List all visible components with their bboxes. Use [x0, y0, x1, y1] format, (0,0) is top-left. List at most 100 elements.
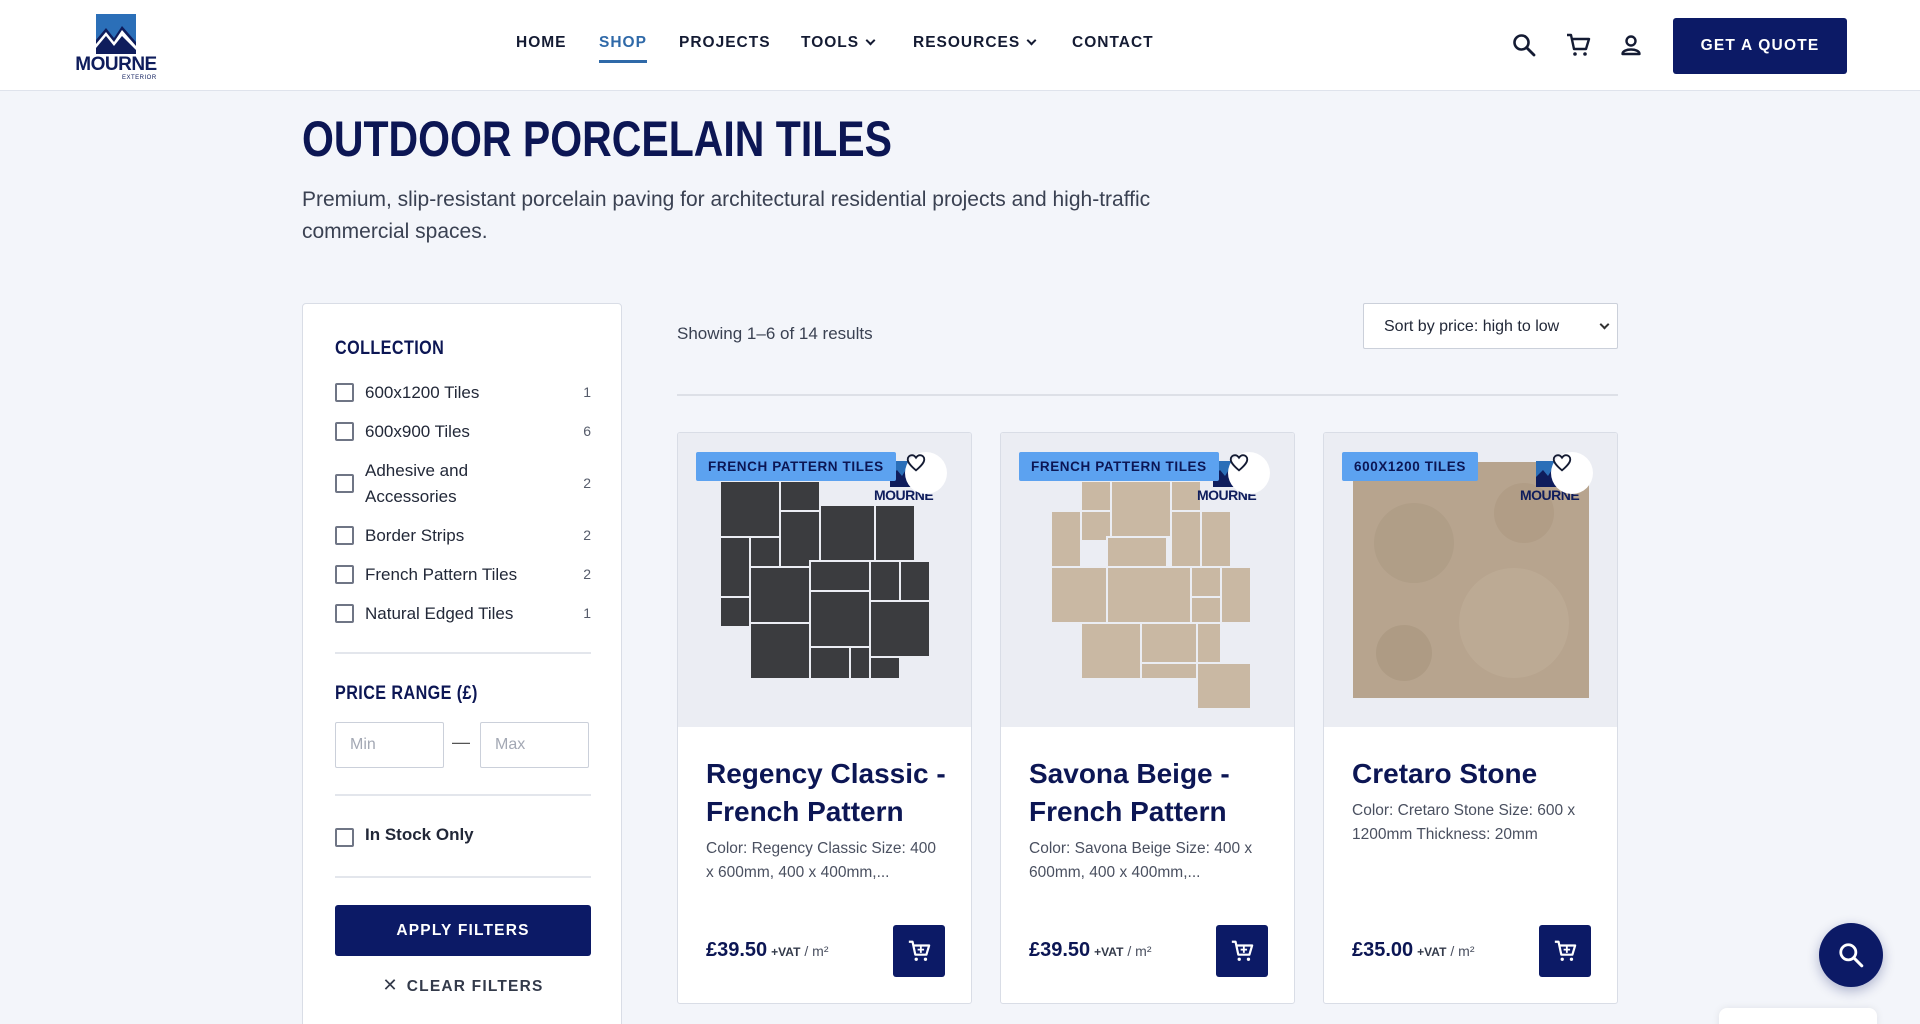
wishlist-button[interactable]: [1228, 452, 1270, 494]
product-title[interactable]: Cretaro Stone: [1352, 755, 1597, 793]
product-card[interactable]: FRENCH PATTERN TILES MOURNE Regency Clas…: [677, 432, 972, 1004]
product-price: £39.50 +VAT / m²: [1029, 939, 1152, 962]
filter-collection-natural-edged[interactable]: Natural Edged Tiles 1: [335, 601, 591, 627]
collection-heading: COLLECTION: [335, 338, 445, 359]
search-icon[interactable]: [1511, 32, 1537, 58]
wishlist-button[interactable]: [1551, 452, 1593, 494]
filter-label: Adhesive and Accessories: [365, 461, 469, 506]
filter-label: Natural Edged Tiles: [365, 604, 514, 623]
divider: [335, 794, 591, 796]
price-vat: +VAT: [771, 945, 801, 959]
product-badge: 600X1200 TILES: [1342, 452, 1478, 481]
price-range-heading: PRICE RANGE (£): [335, 683, 478, 704]
close-icon: ✕: [382, 975, 399, 995]
checkbox[interactable]: [335, 604, 354, 623]
heart-icon: [1552, 454, 1572, 472]
filter-count: 2: [583, 566, 591, 582]
nav-contact[interactable]: CONTACT: [1072, 34, 1154, 54]
brand-logo[interactable]: MOURNE EXTERIOR: [72, 14, 160, 81]
page-subtitle: Premium, slip-resistant porcelain paving…: [302, 188, 1151, 243]
filter-collection-600x1200[interactable]: 600x1200 Tiles 1: [335, 380, 591, 406]
product-description: Color: Savona Beige Size: 400 x 600mm, 4…: [1029, 840, 1253, 881]
filter-count: 6: [583, 423, 591, 439]
filter-label: French Pattern Tiles: [365, 565, 518, 584]
filter-count: 1: [583, 384, 591, 400]
divider: [335, 876, 591, 878]
nav-home-label: HOME: [516, 34, 567, 51]
product-description: Color: Regency Classic Size: 400 x 600mm…: [706, 840, 937, 881]
clear-filters-label: CLEAR FILTERS: [406, 978, 544, 995]
price-amount: £39.50: [706, 939, 768, 961]
apply-filters-button[interactable]: APPLY FILTERS: [335, 905, 591, 956]
nav-contact-label: CONTACT: [1072, 34, 1154, 51]
filter-collection-french-pattern[interactable]: French Pattern Tiles 2: [335, 562, 591, 588]
nav-resources-label: RESOURCES: [913, 34, 1021, 51]
checkbox[interactable]: [335, 526, 354, 545]
filter-collection-600x900[interactable]: 600x900 Tiles 6: [335, 419, 591, 445]
filter-label: Border Strips: [365, 526, 465, 545]
floating-search-button[interactable]: [1819, 923, 1883, 987]
nav-tools[interactable]: TOOLS: [801, 34, 876, 54]
user-icon[interactable]: [1618, 32, 1644, 58]
price-dash: —: [452, 732, 470, 752]
page-title: OUTDOOR PORCELAIN TILES: [302, 111, 892, 167]
price-unit: / m²: [1127, 943, 1152, 959]
add-to-cart-icon: [1231, 940, 1254, 961]
add-to-cart-button[interactable]: [1216, 925, 1268, 977]
sort-select[interactable]: Sort by price: high to low: [1363, 303, 1618, 349]
divider: [677, 394, 1618, 396]
price-max-input[interactable]: [480, 722, 589, 768]
checkbox[interactable]: [335, 565, 354, 584]
get-a-quote-button[interactable]: GET A QUOTE: [1673, 18, 1847, 74]
chat-widget-tab[interactable]: [1719, 1008, 1877, 1024]
filter-sidebar: COLLECTION 600x1200 Tiles 1 600x900 Tile…: [302, 303, 622, 1024]
wishlist-button[interactable]: [905, 452, 947, 494]
filter-collection-border-strips[interactable]: Border Strips 2: [335, 523, 591, 549]
nav-resources[interactable]: RESOURCES: [913, 34, 1037, 54]
price-amount: £39.50: [1029, 939, 1091, 961]
product-image[interactable]: FRENCH PATTERN TILES MOURNE: [1001, 433, 1294, 727]
filter-count: 2: [583, 527, 591, 543]
checkbox[interactable]: [335, 474, 354, 493]
checkbox[interactable]: [335, 422, 354, 441]
add-to-cart-button[interactable]: [1539, 925, 1591, 977]
results-count: Showing 1–6 of 14 results: [677, 324, 873, 343]
clear-filters-button[interactable]: ✕ CLEAR FILTERS: [335, 975, 591, 999]
cart-icon[interactable]: [1565, 32, 1591, 58]
nav-shop-label: SHOP: [599, 34, 647, 51]
nav-shop[interactable]: SHOP: [599, 34, 647, 63]
heart-icon: [1229, 454, 1249, 472]
in-stock-label[interactable]: In Stock Only: [365, 825, 474, 845]
nav-projects-label: PROJECTS: [679, 34, 771, 51]
filter-collection-adhesive[interactable]: Adhesive and Accessories 2: [335, 458, 591, 510]
chevron-down-icon: [865, 35, 876, 46]
product-image[interactable]: FRENCH PATTERN TILES MOURNE: [678, 433, 971, 727]
add-to-cart-button[interactable]: [893, 925, 945, 977]
nav-home[interactable]: HOME: [516, 34, 567, 54]
product-image[interactable]: 600X1200 TILES MOURNE: [1324, 433, 1617, 727]
price-unit: / m²: [804, 943, 829, 959]
in-stock-checkbox[interactable]: [335, 828, 354, 847]
product-title[interactable]: Savona Beige - French Pattern: [1029, 755, 1274, 831]
product-badge: FRENCH PATTERN TILES: [696, 452, 896, 481]
product-badge: FRENCH PATTERN TILES: [1019, 452, 1219, 481]
price-vat: +VAT: [1417, 945, 1447, 959]
filter-count: 1: [583, 605, 591, 621]
product-price: £39.50 +VAT / m²: [706, 939, 829, 962]
add-to-cart-icon: [908, 940, 931, 961]
price-amount: £35.00: [1352, 939, 1414, 961]
add-to-cart-icon: [1554, 940, 1577, 961]
price-min-input[interactable]: [335, 722, 444, 768]
product-price: £35.00 +VAT / m²: [1352, 939, 1475, 962]
search-icon: [1839, 943, 1864, 968]
brand-name: MOURNE: [75, 54, 157, 75]
price-vat: +VAT: [1094, 945, 1124, 959]
product-title[interactable]: Regency Classic - French Pattern: [706, 755, 951, 831]
nav-projects[interactable]: PROJECTS: [679, 34, 771, 54]
product-card[interactable]: 600X1200 TILES MOURNE Cretaro Stone Colo…: [1323, 432, 1618, 1004]
site-header: MOURNE EXTERIOR HOME SHOP PROJECTS TOOLS…: [0, 0, 1920, 91]
checkbox[interactable]: [335, 383, 354, 402]
product-card[interactable]: FRENCH PATTERN TILES MOURNE Savona Beige…: [1000, 432, 1295, 1004]
brand-sub: EXTERIOR: [122, 75, 157, 81]
filter-label: 600x900 Tiles: [365, 422, 470, 441]
